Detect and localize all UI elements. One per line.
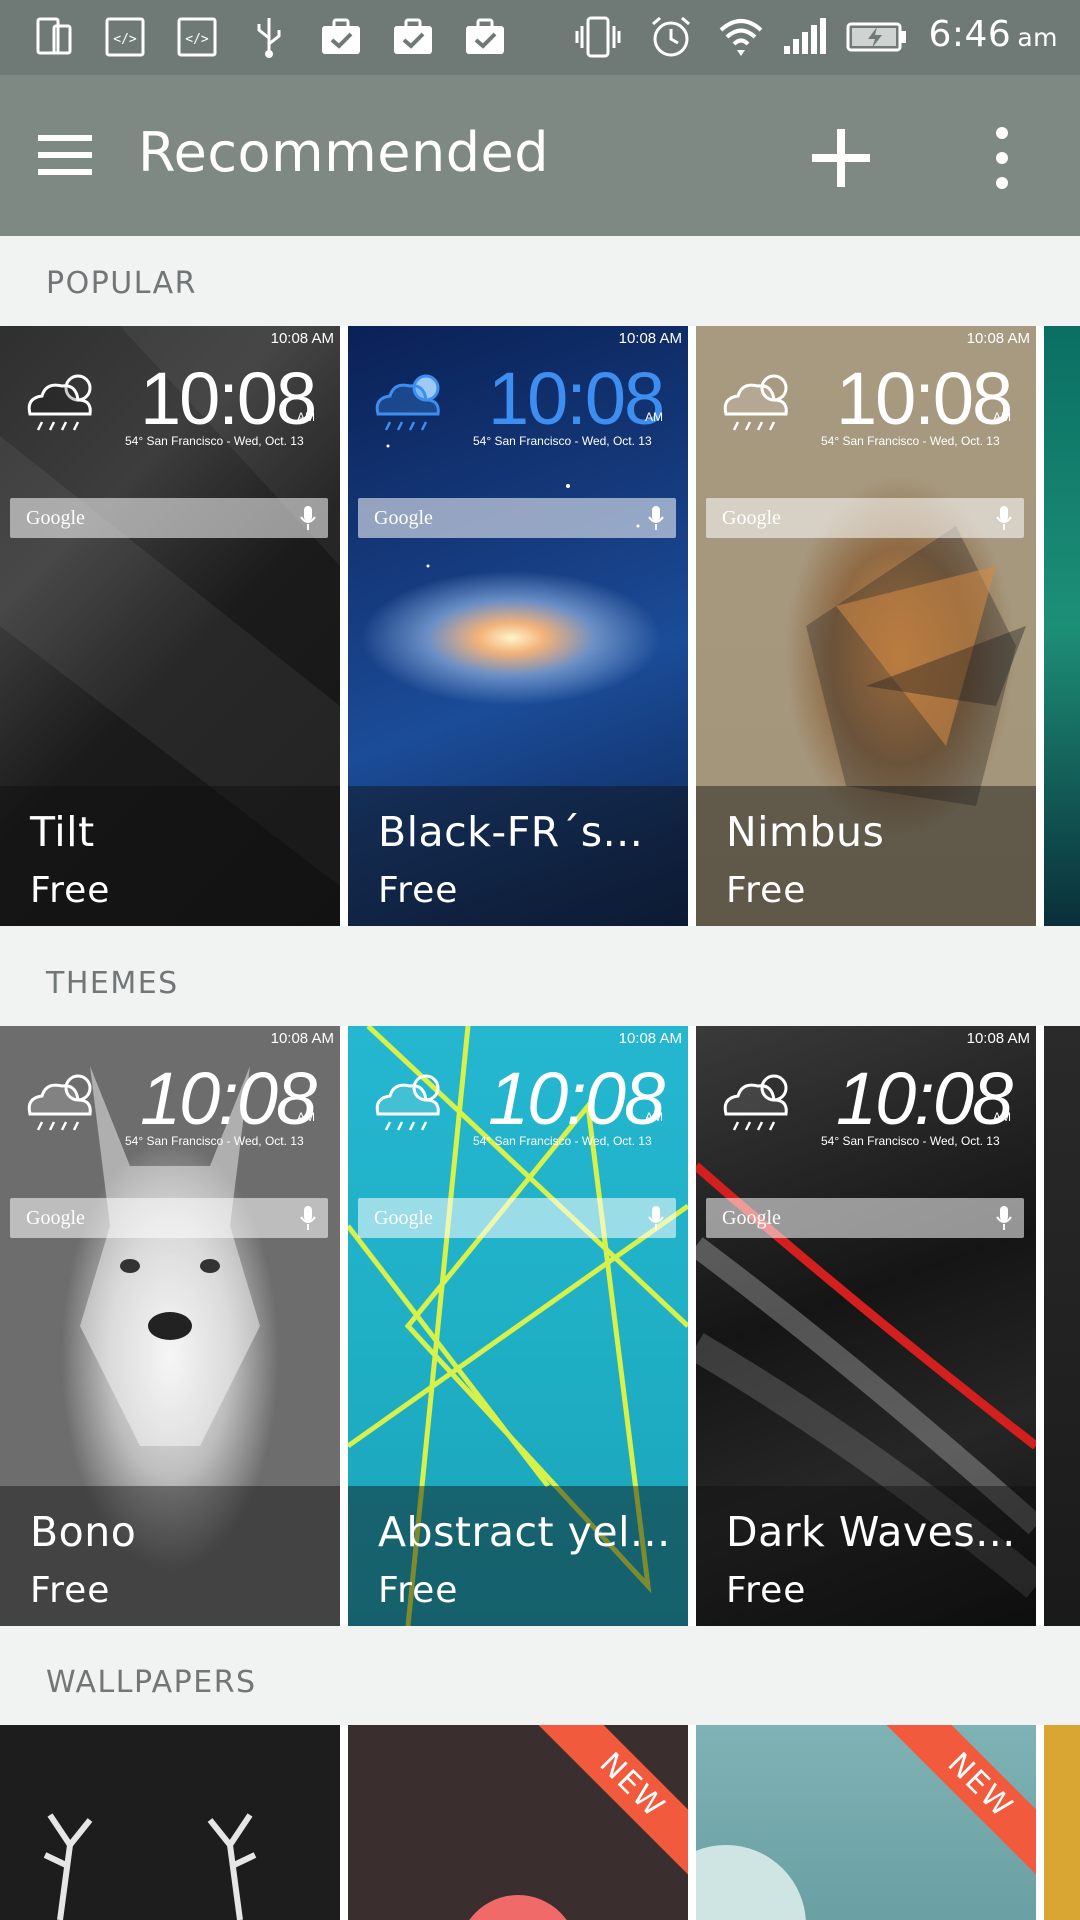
preview-search-bar: Google [10,1198,328,1238]
preview-clock: 10:08 [140,357,317,440]
preview-search-bar: Google [10,498,328,538]
theme-card-bono[interactable]: 10:08 AM 10:08 AM 54° San Francisco - We… [0,1026,340,1626]
preview-clock-subtitle: 54° San Francisco - Wed, Oct. 13 [125,1134,304,1148]
preview-search-bar: Google [706,498,1024,538]
section-header-themes: THEMES [0,936,1080,1026]
preview-clock-ampm: AM [297,410,315,424]
preview-status-time: 10:08 AM [966,1030,1030,1047]
preview-status-time: 10:08 AM [618,1030,682,1047]
vibrate-icon [575,16,621,58]
status-time: 6:46 am [928,14,1058,55]
mic-icon [996,506,1012,530]
preview-clock-subtitle: 54° San Francisco - Wed, Oct. 13 [125,434,304,448]
preview-clock-subtitle: 54° San Francisco - Wed, Oct. 13 [473,434,652,448]
preview-clock-ampm: AM [645,1110,663,1124]
themes-row[interactable]: 10:08 AM 10:08 AM 54° San Francisco - We… [0,1026,1080,1626]
theme-card-partial[interactable] [1044,1026,1080,1626]
card-price: Free [726,1570,807,1611]
preview-clock: 10:08 [488,1057,665,1140]
preview-clock-subtitle: 54° San Francisco - Wed, Oct. 13 [473,1134,652,1148]
briefcase-check-icon [466,18,504,54]
card-price: Free [30,870,111,911]
briefcase-check-icon [394,18,432,54]
signal-icon [784,18,826,54]
hamburger-menu-icon[interactable] [32,127,98,183]
card-price: Free [378,1570,459,1611]
weather-cloud-icon [27,374,92,431]
wifi-icon [719,19,763,56]
preview-status-time: 10:08 AM [270,330,334,347]
weather-cloud-icon [375,374,440,431]
section-label: THEMES [46,966,179,1001]
card-price: Free [726,870,807,911]
mic-icon [300,1206,316,1230]
section-header-wallpapers: WALLPAPERS [0,1635,1080,1725]
weather-cloud-icon [375,1074,440,1131]
preview-status-time: 10:08 AM [966,330,1030,347]
theme-card-nimbus[interactable]: 10:08 AM 10:08 AM 54° San Francisco - We… [696,326,1036,926]
battery-charging-icon [846,22,906,52]
section-header-popular: POPULAR [0,236,1080,326]
wallpapers-row[interactable]: NEW NEW [0,1725,1080,1920]
mic-icon [648,1206,664,1230]
theme-card-tilt[interactable]: 10:08 AM 10:08 AM 54° San Francisco - We… [0,326,340,926]
preview-clock: 10:08 [836,357,1013,440]
preview-clock-subtitle: 54° San Francisco - Wed, Oct. 13 [821,434,1000,448]
card-title: Dark Waves... [726,1508,1016,1556]
card-title: Abstract yel... [378,1508,671,1556]
wallpaper-card[interactable]: NEW [348,1725,688,1920]
popular-row[interactable]: 10:08 AM 10:08 AM 54° San Francisco - We… [0,326,1080,926]
phone-screen-icon [36,17,72,55]
more-vertical-icon[interactable] [980,123,1024,193]
section-label: POPULAR [46,266,198,301]
code-icon: </> [105,17,145,57]
mic-icon [996,1206,1012,1230]
mic-icon [648,506,664,530]
card-price: Free [378,870,459,911]
briefcase-check-icon [322,18,360,54]
preview-clock: 10:08 [140,1057,317,1140]
preview-clock-subtitle: 54° San Francisco - Wed, Oct. 13 [821,1134,1000,1148]
preview-search-bar: Google [706,1198,1024,1238]
card-title: Nimbus [726,808,885,856]
usb-icon [257,18,281,58]
card-title: Black-FR´s... [378,808,644,856]
weather-cloud-icon [27,1074,92,1131]
preview-status-time: 10:08 AM [270,1030,334,1047]
preview-search-bar: Google [358,498,676,538]
svg-text:</>: </> [113,32,137,47]
preview-clock-ampm: AM [993,1110,1011,1124]
section-label: WALLPAPERS [46,1665,257,1700]
svg-text:</>: </> [185,32,209,47]
card-title: Tilt [30,808,95,856]
card-price: Free [30,1570,111,1611]
preview-clock-ampm: AM [645,410,663,424]
weather-cloud-icon [723,374,788,431]
weather-cloud-icon [723,1074,788,1131]
status-bar: </> </> 6:46 am [0,0,1080,75]
preview-clock: 10:08 [836,1057,1013,1140]
card-title: Bono [30,1508,137,1556]
plus-icon[interactable] [806,123,876,193]
theme-card-dark-waves[interactable]: 10:08 AM 10:08 AM 54° San Francisco - We… [696,1026,1036,1626]
antlers-wallpaper-image [43,1813,257,1920]
code-icon: </> [177,17,217,57]
theme-card-black-fr[interactable]: 10:08 AM 10:08 AM 54° San Francisco - We… [348,326,688,926]
preview-clock-ampm: AM [993,410,1011,424]
wallpaper-card-partial[interactable] [1044,1725,1080,1920]
alarm-icon [652,16,690,57]
mic-icon [300,506,316,530]
preview-search-bar: Google [358,1198,676,1238]
wallpaper-card[interactable]: NEW [696,1725,1036,1920]
wallpaper-card[interactable] [0,1725,340,1920]
preview-status-time: 10:08 AM [618,330,682,347]
preview-clock-ampm: AM [297,1110,315,1124]
theme-card-abstract-yellow[interactable]: 10:08 AM 10:08 AM 54° San Francisco - We… [348,1026,688,1626]
page-title: Recommended [138,121,549,184]
theme-card-partial[interactable] [1044,326,1080,926]
preview-clock: 10:08 [488,357,665,440]
app-bar: Recommended [0,75,1080,236]
